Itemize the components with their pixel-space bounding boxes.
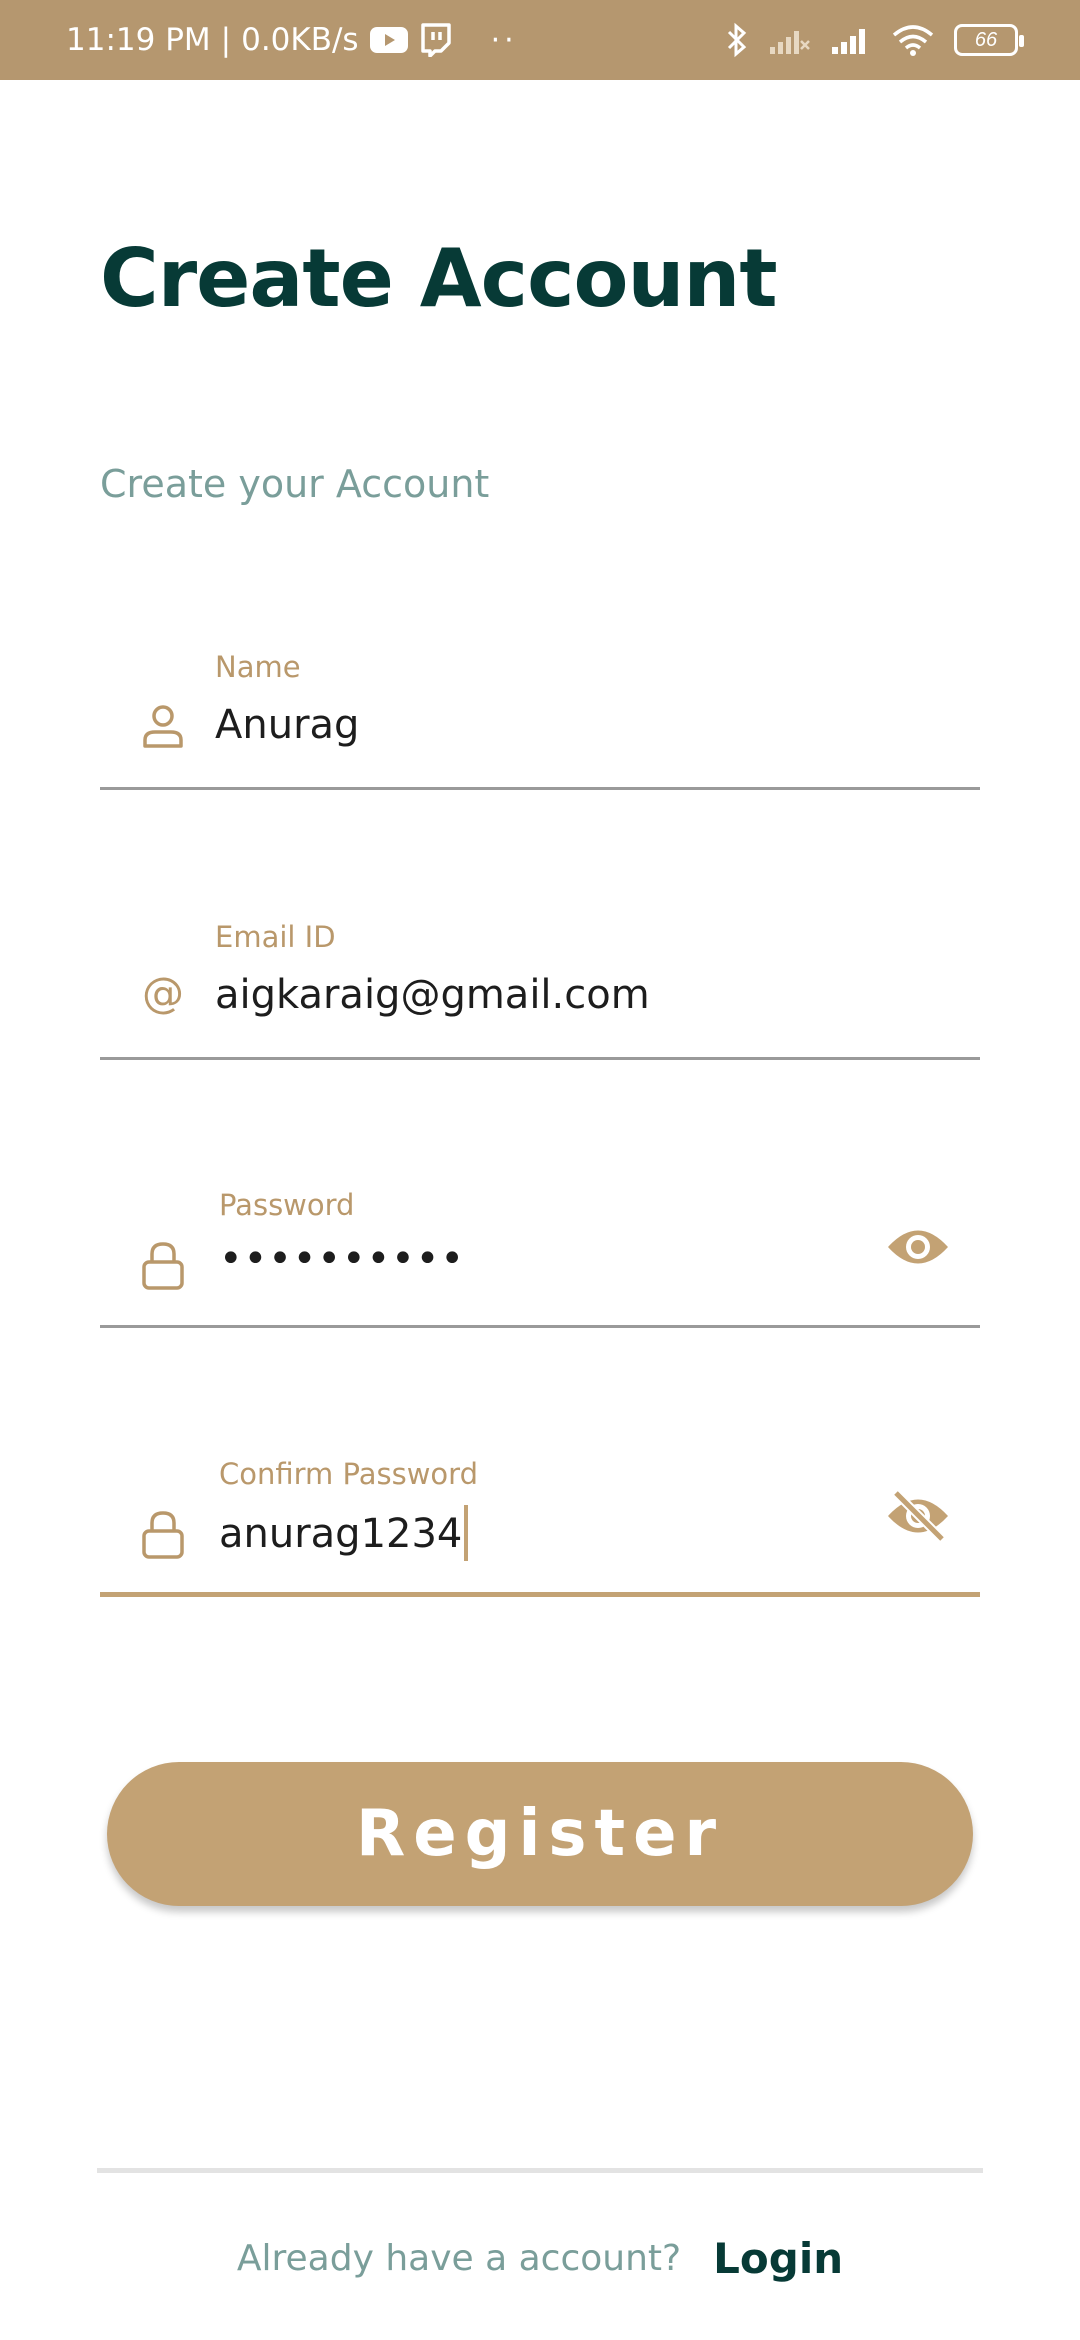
status-network-speed: 0.0KB/s — [241, 22, 359, 58]
password-input[interactable]: •••••••••• — [219, 1236, 465, 1282]
eye-off-icon[interactable] — [886, 1489, 950, 1543]
email-underline — [100, 1057, 980, 1060]
eye-icon[interactable] — [886, 1222, 950, 1272]
status-time: 11:19 PM — [66, 22, 211, 58]
youtube-icon — [369, 25, 409, 55]
confirm-password-field[interactable]: Confirm Password anurag1234 — [100, 1447, 980, 1597]
password-field[interactable]: Password •••••••••• — [100, 1178, 980, 1328]
email-field[interactable]: @ Email ID aigkaraig@gmail.com — [100, 910, 980, 1060]
bluetooth-icon — [726, 22, 748, 58]
login-link[interactable]: Login — [713, 2234, 843, 2283]
name-input[interactable]: Anurag — [215, 702, 359, 748]
signal-no-service-icon — [768, 25, 810, 55]
divider — [97, 2168, 983, 2173]
page-subtitle: Create your Account — [100, 462, 490, 506]
text-caret — [464, 1505, 469, 1561]
confirm-password-input[interactable]: anurag1234 — [219, 1505, 469, 1561]
wifi-icon — [892, 24, 934, 56]
battery-level: 66 — [974, 28, 998, 51]
signal-icon — [830, 25, 872, 55]
status-bar: 11:19 PM | 0.0KB/s ·· 66 — [0, 0, 1080, 80]
register-button[interactable]: Register — [107, 1762, 973, 1906]
status-left: 11:19 PM | 0.0KB/s ·· — [66, 0, 518, 80]
page-title: Create Account — [100, 232, 778, 325]
status-separator: | — [220, 22, 232, 58]
lock-icon — [140, 1240, 186, 1290]
register-screen: 11:19 PM | 0.0KB/s ·· 66 Create Account … — [0, 0, 1080, 2340]
login-prompt: Already have a account? — [236, 2237, 682, 2279]
name-field[interactable]: Name Anurag — [100, 640, 980, 790]
email-label: Email ID — [215, 920, 336, 954]
email-input[interactable]: aigkaraig@gmail.com — [215, 972, 650, 1018]
footer: Already have a account? Login — [0, 2218, 1080, 2298]
confirm-password-underline — [100, 1592, 980, 1597]
lock-icon — [140, 1509, 186, 1559]
status-right: 66 — [726, 0, 1024, 80]
twitch-icon — [419, 23, 451, 57]
name-underline — [100, 787, 980, 790]
overflow-dots: ·· — [490, 22, 518, 58]
battery-icon: 66 — [954, 24, 1024, 56]
at-icon: @ — [142, 968, 184, 1017]
password-label: Password — [219, 1188, 355, 1222]
confirm-password-label: Confirm Password — [219, 1457, 478, 1491]
person-icon — [140, 702, 186, 748]
name-label: Name — [215, 650, 301, 684]
confirm-password-value: anurag1234 — [219, 1511, 463, 1557]
password-underline — [100, 1325, 980, 1328]
